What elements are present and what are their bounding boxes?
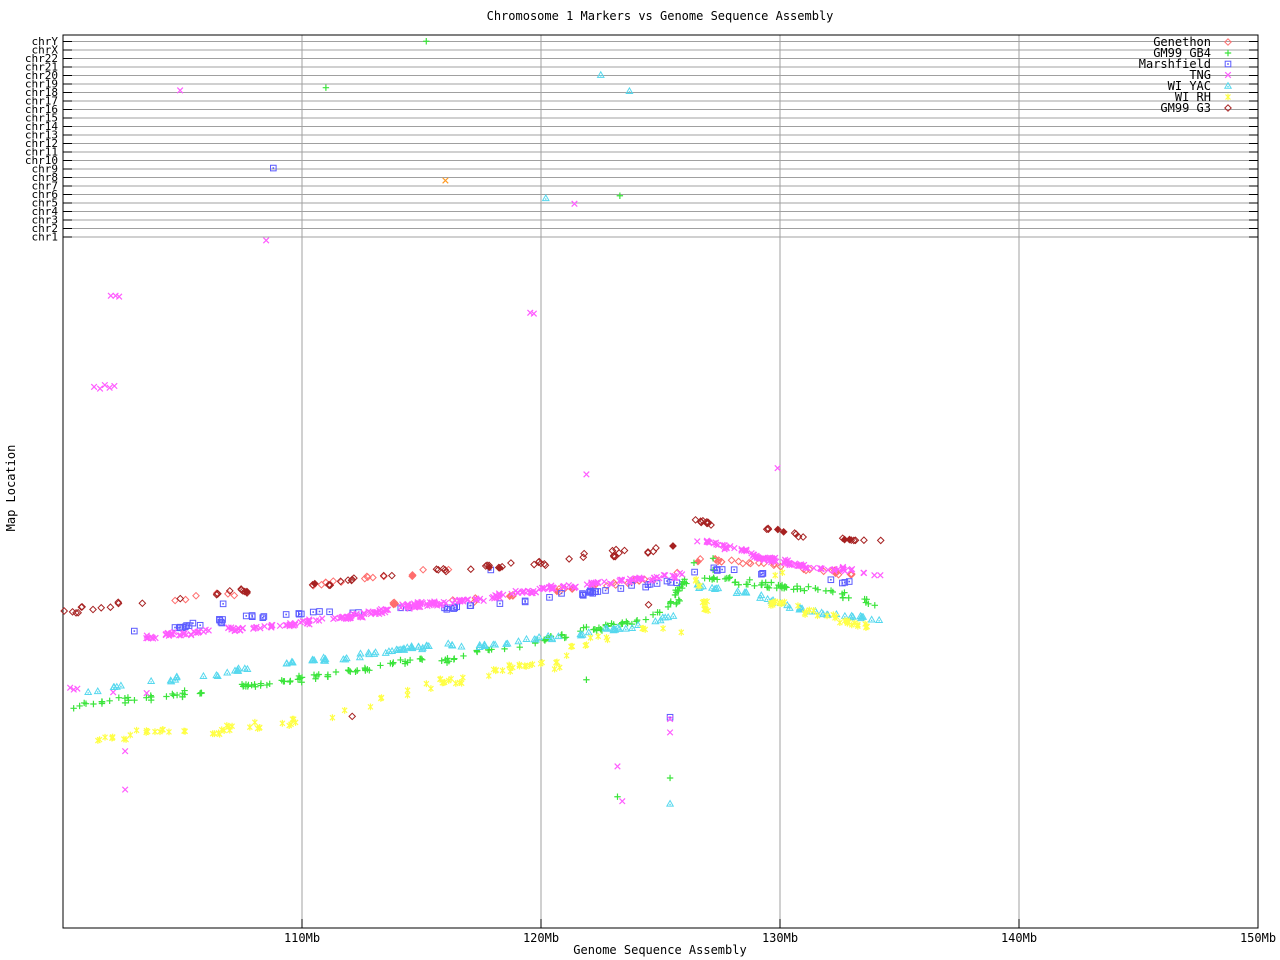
x-tick-110Mb: 110Mb <box>284 931 320 945</box>
grid-lines <box>63 35 1258 928</box>
x-tick-130Mb: 130Mb <box>762 931 798 945</box>
legend-entry-gm99g3: GM99 G3 <box>1160 101 1232 115</box>
series-wiyac-points <box>84 70 884 807</box>
chr-label-chr1: chr1 <box>32 231 59 244</box>
x-tick-150Mb: 150Mb <box>1240 931 1276 945</box>
chromosome-axis-labels: chrYchrXchr22chr21chr20chr19chr18chr17ch… <box>25 35 58 244</box>
series-wirh-points <box>94 569 871 744</box>
data-points <box>60 38 885 807</box>
chart-page: chrY chrX chr22 chr21 chr20 chr19 chr18 chr17 ch… <box>0 0 1280 960</box>
stray-point <box>442 177 449 184</box>
legend-label-gm99g3: GM99 G3 <box>1160 101 1211 115</box>
legend-entry-marshfield: Marshfield <box>1139 57 1232 71</box>
x-axis-label: Genome Sequence Assembly <box>573 943 746 957</box>
scatter-plot: chrYchrXchr22chr21chr20chr19chr18chr17ch… <box>4 9 1276 957</box>
x-tick-140Mb: 140Mb <box>1001 931 1037 945</box>
x-axis-tick-labels: 110Mb 120Mb 130Mb 140Mb 150Mb <box>284 931 1276 945</box>
series-tng-points <box>66 87 884 805</box>
series-marshfield-points <box>131 164 853 721</box>
axis-ticks <box>63 41 1259 928</box>
chart-title: Chromosome 1 Markers vs Genome Sequence … <box>487 9 834 23</box>
x-tick-120Mb: 120Mb <box>523 931 559 945</box>
y-axis-label: Map Location <box>4 445 18 532</box>
